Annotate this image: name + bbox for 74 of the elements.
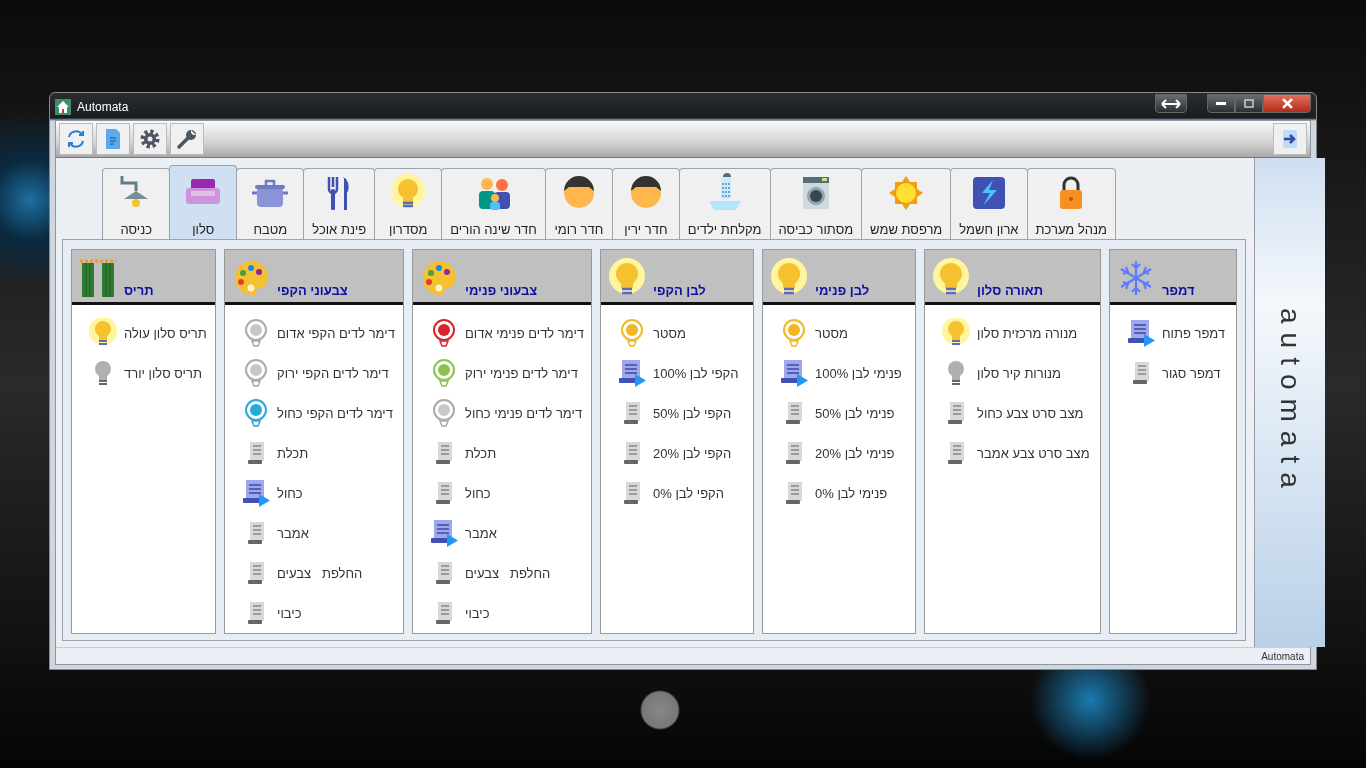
device-label[interactable]: דימר לדים פנימי ירוק [465,365,578,381]
room-tab[interactable]: מנהל מערכת [1026,168,1116,239]
room-tab[interactable]: מטבח [236,168,305,239]
settings-button[interactable] [133,123,167,155]
device-label[interactable]: כחול [277,485,303,501]
device-label[interactable]: תריס סלון עולה [124,325,207,341]
device-label[interactable]: דימר לדים פנימי כחול [465,405,583,421]
device-label[interactable]: דימר לדים הקפי כחול [277,405,393,421]
group-title: דמפר [1162,283,1195,298]
group-title: צבעוני פנימי [465,283,538,298]
room-tab[interactable]: מרפסת שמש [861,168,952,239]
document-button[interactable] [96,123,130,155]
curtain-icon [78,258,118,298]
close-icon [1281,98,1293,109]
device-label[interactable]: כחול [465,485,491,501]
wrench-icon [175,127,199,151]
room-tab[interactable]: מקלחת ילדים [678,168,771,239]
device-label[interactable]: דימר לדים פנימי אדום [465,325,585,341]
device-label[interactable]: מנורות קיר סלון [977,365,1062,381]
maximize-icon [1244,98,1254,109]
device-label[interactable]: דמפר סגור [1162,365,1221,381]
group-title: צבעוני הקפי [277,283,348,298]
room-tab[interactable]: כניסה [102,168,171,239]
window-title: Automata [77,99,129,114]
house-icon [55,98,71,115]
exit-button[interactable] [1273,123,1307,155]
room-tab[interactable]: ארון חשמל [950,168,1028,239]
settings-icon [138,127,162,151]
device-label[interactable]: פנימי לבן 50% [815,405,895,421]
resize-button[interactable] [1155,94,1187,113]
device-label[interactable]: תכלת [465,445,497,461]
device-label[interactable]: כיבוי [277,605,302,621]
status-text: Automata [1261,650,1304,662]
device-label[interactable]: כיבוי [465,605,490,621]
room-tab[interactable]: מסתור כביסה [769,168,863,239]
room-tab[interactable]: חדר שינה הורים [441,168,546,239]
minimize-icon [1216,102,1226,105]
double-arrow-icon [1161,98,1181,109]
group-title: תריס [124,283,154,298]
device-label[interactable]: הקפי לבן 100% [653,365,739,381]
room-tab[interactable]: חדר רומי [544,168,613,239]
device-label[interactable]: מסטר [653,325,686,341]
device-label[interactable]: הקפי לבן 20% [653,445,732,461]
device-label[interactable]: אמבר [277,525,309,541]
room-tab[interactable]: סלון [169,165,238,239]
device-label[interactable]: דמפר פתוח [1162,325,1226,341]
device-label[interactable]: החלפת צבעים [277,565,363,581]
device-label[interactable]: תכלת [277,445,309,461]
room-tab[interactable]: פינת אוכל [303,168,376,239]
side-logo-text: automata [1274,308,1306,497]
group-title: לבן פנימי [815,283,870,298]
device-label[interactable]: מצב סרט צבע כחול [977,405,1084,421]
maximize-button[interactable] [1235,94,1263,113]
device-label[interactable]: פנימי לבן 100% [815,365,902,381]
wrench-button[interactable] [170,123,204,155]
device-label[interactable]: פנימי לבן 20% [815,445,895,461]
minimize-button[interactable] [1207,94,1235,113]
group-title: תאורה סלון [977,283,1043,298]
device-label[interactable]: אמבר [465,525,497,541]
device-label[interactable]: מסטר [815,325,848,341]
device-label[interactable]: החלפת צבעים [465,565,551,581]
group-title: לבן הקפי [653,283,706,298]
refresh-button[interactable] [59,123,93,155]
device-label[interactable]: הקפי לבן 0% [653,485,724,501]
device-label[interactable]: דימר לדים הקפי אדום [277,325,395,341]
device-label[interactable]: דימר לדים הקפי ירוק [277,365,389,381]
close-button[interactable] [1263,94,1311,113]
device-label[interactable]: תריס סלון יורד [124,365,202,381]
device-label[interactable]: מצב סרט צבע אמבר [977,445,1090,461]
room-tab[interactable]: מסדרון [374,168,443,239]
device-label[interactable]: הקפי לבן 50% [653,405,732,421]
room-tab[interactable]: חדר ירין [611,168,680,239]
device-label[interactable]: פנימי לבן 0% [815,485,888,501]
device-label[interactable]: מנורה מרכזית סלון [977,325,1078,341]
